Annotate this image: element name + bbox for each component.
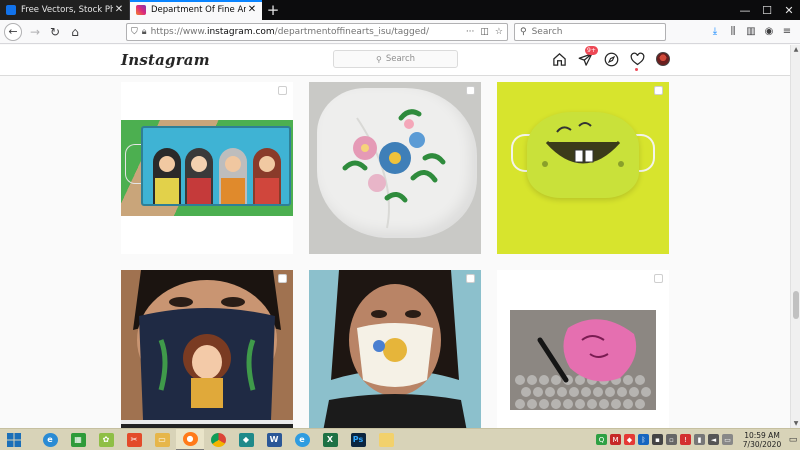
scroll-down-icon[interactable]: ▼: [791, 420, 800, 427]
folder-icon[interactable]: [372, 429, 400, 450]
navigation-toolbar: ← → ↻ ⌂ ⛉ 🔒︎ https://www.instagram.com/d…: [0, 20, 800, 44]
close-tab-icon[interactable]: ✕: [113, 4, 125, 16]
home-icon[interactable]: ⌂: [66, 23, 84, 41]
system-clock[interactable]: 10:59 AM 7/30/2020: [738, 431, 786, 449]
reload-icon[interactable]: ↻: [46, 23, 64, 41]
profile-avatar[interactable]: [655, 51, 671, 67]
tab-title: Department Of Fine Arts (@de: [151, 5, 246, 15]
notification-badge: 9+: [585, 46, 598, 55]
keyboard-icon[interactable]: ▭: [722, 434, 733, 445]
account-icon[interactable]: ◉: [760, 26, 778, 37]
tab-freepik[interactable]: Free Vectors, Stock Photos & P ✕: [0, 0, 130, 20]
pocket-icon[interactable]: ◫: [480, 27, 489, 37]
maximize-icon[interactable]: ☐: [756, 0, 778, 20]
instagram-header: Instagram ⚲ Search 9+: [0, 45, 790, 76]
search-icon: ⚲: [520, 26, 527, 37]
home-icon[interactable]: [551, 51, 567, 67]
sidebar-icon[interactable]: ▥: [742, 26, 760, 37]
menu-icon[interactable]: ≡: [778, 26, 796, 37]
edge-icon[interactable]: e: [288, 429, 316, 450]
network-icon[interactable]: ▮: [694, 434, 705, 445]
tray-monitor-icon[interactable]: ▫: [666, 434, 677, 445]
shield-favicon-icon: [6, 5, 16, 15]
download-icon[interactable]: ⤓: [706, 26, 724, 37]
lock-icon[interactable]: 🔒︎: [142, 27, 147, 37]
tray-app-m-icon[interactable]: M: [610, 434, 621, 445]
tab-strip: Free Vectors, Stock Photos & P ✕ Departm…: [0, 0, 800, 20]
tray-app-icon[interactable]: ▪: [652, 434, 663, 445]
minimize-icon[interactable]: —: [734, 0, 756, 20]
instagram-search-input[interactable]: ⚲ Search: [333, 50, 458, 68]
system-tray: Q M ◆ ᛒ ▪ ▫ ! ▮ ◄ ▭ 10:59 AM 7/30/2020 ▭: [596, 429, 800, 450]
windows-start-icon[interactable]: [0, 429, 28, 450]
chrome-icon[interactable]: [204, 429, 232, 450]
instagram-logo[interactable]: Instagram: [121, 51, 210, 69]
store-icon[interactable]: ▦: [64, 429, 92, 450]
tray-antivirus-icon[interactable]: ◆: [624, 434, 635, 445]
post-thumbnail-person-painted-mask[interactable]: [121, 270, 293, 428]
file-explorer-icon[interactable]: ▭: [148, 429, 176, 450]
back-arrow-icon[interactable]: ←: [4, 22, 22, 41]
search-placeholder: Search: [531, 26, 563, 37]
tab-title: Free Vectors, Stock Photos & P: [21, 5, 113, 15]
url-text[interactable]: https://www.instagram.com/departmentoffi…: [151, 27, 460, 37]
window-controls: — ☐ ✕: [734, 0, 800, 20]
post-thumbnail-person-cartoon-mask[interactable]: [309, 270, 481, 428]
select-checkbox[interactable]: [466, 274, 475, 283]
shield-icon[interactable]: ⛉: [131, 27, 138, 37]
volume-icon[interactable]: ◄: [708, 434, 719, 445]
url-bar[interactable]: ⛉ 🔒︎ https://www.instagram.com/departmen…: [126, 22, 508, 41]
page-scrollbar[interactable]: ▲ ▼: [790, 45, 800, 428]
internet-explorer-icon[interactable]: e: [36, 429, 64, 450]
filmora-icon[interactable]: ◆: [232, 429, 260, 450]
bookmark-star-icon[interactable]: ☆: [495, 27, 503, 37]
explore-compass-icon[interactable]: [603, 51, 619, 67]
browser-search-bar[interactable]: ⚲ Search: [514, 22, 666, 41]
activity-heart-icon[interactable]: [629, 51, 645, 71]
firefox-icon[interactable]: ●: [176, 428, 204, 450]
instagram-favicon-icon: [136, 5, 146, 15]
browser-tools: ⤓ ⫼ ▥ ◉ ≡: [706, 26, 796, 37]
forward-arrow-icon[interactable]: →: [26, 23, 44, 41]
activity-dot: [635, 68, 638, 71]
post-thumbnail-pink-mask[interactable]: [497, 270, 669, 428]
action-center-icon[interactable]: ▭: [786, 429, 800, 450]
snipping-tool-icon[interactable]: ✂: [120, 429, 148, 450]
tray-app-q-icon[interactable]: Q: [596, 434, 607, 445]
direct-message-icon[interactable]: 9+: [577, 46, 598, 67]
close-tab-icon[interactable]: ✕: [246, 4, 258, 16]
search-icon: ⚲: [375, 54, 382, 64]
tray-alert-icon[interactable]: !: [680, 434, 691, 445]
excel-icon[interactable]: X: [316, 429, 344, 450]
bluetooth-icon[interactable]: ᛒ: [638, 434, 649, 445]
clock-date: 7/30/2020: [742, 439, 782, 449]
word-icon[interactable]: W: [260, 429, 288, 450]
select-checkbox[interactable]: [654, 86, 663, 95]
select-checkbox[interactable]: [466, 86, 475, 95]
photoshop-icon[interactable]: Ps: [344, 429, 372, 450]
sprout-app-icon[interactable]: ✿: [92, 429, 120, 450]
page-actions-icon[interactable]: ···: [466, 27, 475, 37]
new-tab-icon[interactable]: +: [262, 0, 284, 20]
scrollbar-thumb[interactable]: [793, 291, 799, 319]
select-checkbox[interactable]: [278, 86, 287, 95]
search-placeholder: Search: [385, 54, 416, 64]
tab-instagram[interactable]: Department Of Fine Arts (@de ✕: [130, 0, 262, 20]
clock-time: 10:59 AM: [744, 430, 780, 440]
instagram-nav: 9+: [551, 46, 681, 71]
close-window-icon[interactable]: ✕: [778, 0, 800, 20]
windows-taskbar: e ▦ ✿ ✂ ▭ ● ◆ W e X Ps Q M ◆ ᛒ ▪ ▫ ! ▮ ◄…: [0, 428, 800, 450]
select-checkbox[interactable]: [654, 274, 663, 283]
scroll-up-icon[interactable]: ▲: [791, 46, 800, 53]
post-thumbnail-painted-figures-mask[interactable]: [121, 82, 293, 254]
post-thumbnail-cartoon-face-mask[interactable]: [497, 82, 669, 254]
post-thumbnail-embroidered-mask[interactable]: [309, 82, 481, 254]
library-icon[interactable]: ⫼: [724, 26, 742, 37]
select-checkbox[interactable]: [278, 274, 287, 283]
page-viewport: Instagram ⚲ Search 9+: [0, 45, 790, 428]
